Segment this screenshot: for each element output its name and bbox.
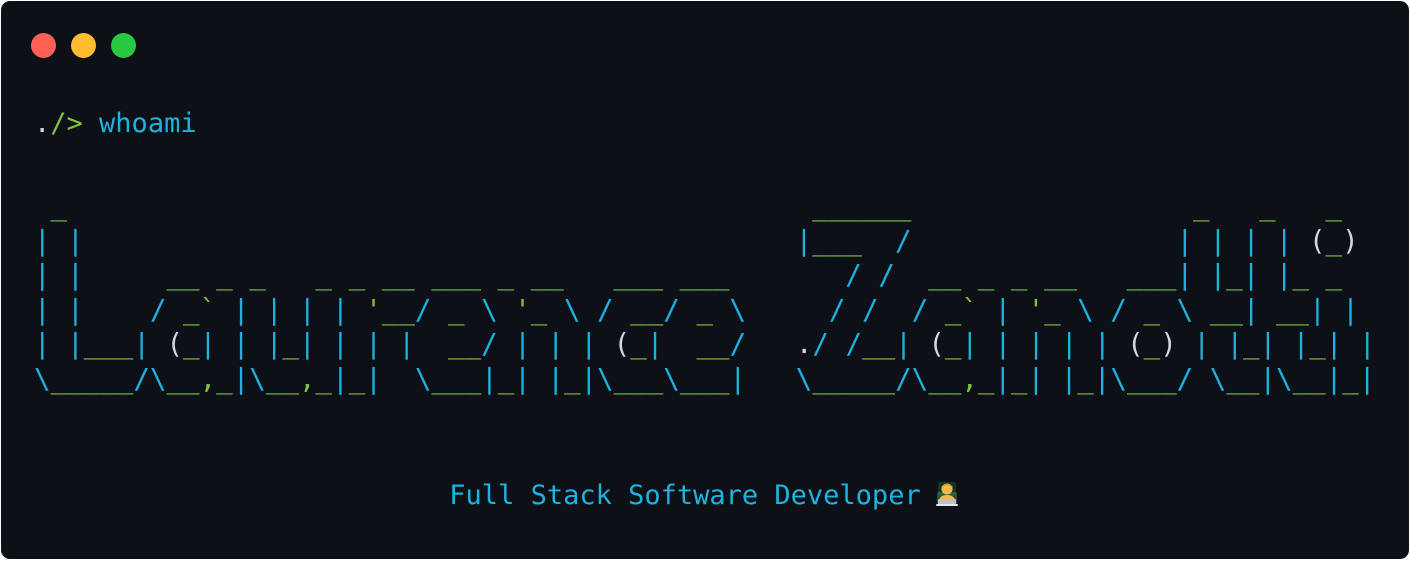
- prompt-dot: .: [34, 108, 51, 139]
- prompt-arrow: />: [50, 108, 83, 139]
- subtitle-text: Full Stack Software Developer: [449, 480, 921, 511]
- technologist-emoji-icon: [935, 482, 958, 506]
- subtitle-line: Full Stack Software Developer: [1, 479, 1409, 513]
- maximize-window-button[interactable]: [111, 33, 136, 58]
- ascii-line: | | / _` | | | | '__/ _ \ '_ \ / __/ _ \…: [34, 293, 1359, 326]
- ascii-line: \_____/\__,_|\__,_|_| \___|_| |_|\___\__…: [34, 362, 1376, 395]
- ascii-line: _ ______ _ _ _: [34, 190, 1359, 222]
- minimize-window-button[interactable]: [71, 33, 96, 58]
- prompt-command: whoami: [99, 108, 197, 139]
- ascii-line: | | __ _ _ _ _ __ ___ _ __ ___ ___ / / _…: [34, 259, 1359, 292]
- ascii-art-name-banner: _ ______ _ _ _ | | |___ / | | | | (_) | …: [34, 189, 1376, 397]
- command-prompt: ./> whoami: [34, 107, 197, 141]
- terminal-window: ./> whoami _ ______ _ _ _ | | |___ / | |…: [1, 1, 1409, 559]
- close-window-button[interactable]: [31, 33, 56, 58]
- ascii-line: | | |___ / | | | | (_): [34, 224, 1359, 257]
- ascii-line: | |___| (_| | |_| | | | __/ | | | (_| __…: [34, 328, 1376, 361]
